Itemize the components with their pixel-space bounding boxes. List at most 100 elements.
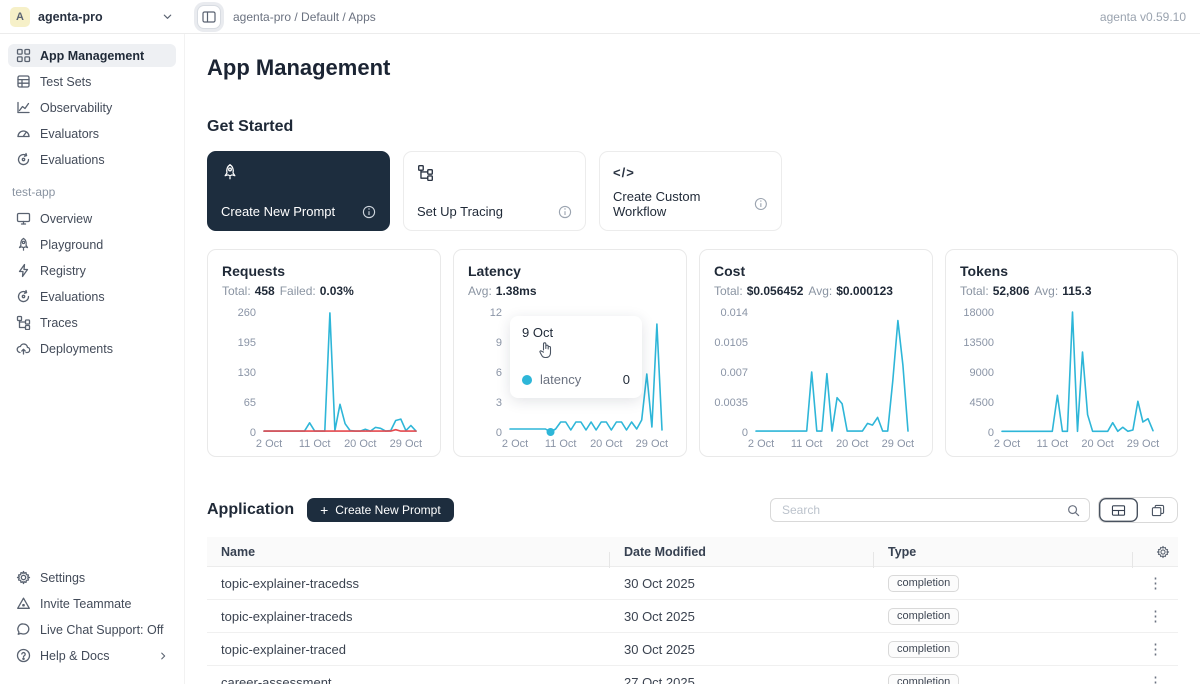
svg-text:20 Oct: 20 Oct [344, 438, 376, 450]
sidebar-item-test-sets[interactable]: Test Sets [8, 70, 176, 93]
app-name: topic-explainer-tracedss [207, 576, 610, 591]
info-icon[interactable] [754, 197, 768, 211]
sidebar-item-app-evaluations[interactable]: Evaluations [8, 285, 176, 308]
sidebar-item-label: Observability [40, 101, 112, 115]
svg-text:29 Oct: 29 Oct [636, 438, 668, 450]
grid-icon [16, 48, 31, 63]
sidebar-item-evaluators[interactable]: Evaluators [8, 122, 176, 145]
create-new-prompt-card[interactable]: Create New Prompt [207, 151, 390, 231]
stat-value: 458 [255, 284, 275, 298]
svg-text:20 Oct: 20 Oct [1081, 438, 1113, 450]
search-box[interactable] [770, 498, 1090, 522]
type-badge: completion [888, 608, 959, 625]
table-header: Name Date Modified Type [207, 537, 1178, 567]
row-menu-button[interactable]: ⋮ [1142, 638, 1169, 661]
info-icon[interactable] [558, 205, 572, 219]
stat-label: Avg: [1034, 284, 1058, 298]
app-date: 30 Oct 2025 [610, 642, 874, 657]
stat-value: 115.3 [1062, 284, 1091, 298]
table-view-button[interactable] [1099, 498, 1138, 522]
requests-chart: 0651301952602 Oct11 Oct20 Oct29 Oct [222, 302, 426, 450]
sidebar-item-overview[interactable]: Overview [8, 207, 176, 230]
sidebar-collapse-button[interactable] [197, 5, 221, 29]
column-header-date-modified: Date Modified [610, 545, 874, 559]
latency-card: Latency Avg:1.38ms 0369122 Oct11 Oct20 O… [453, 249, 687, 457]
stat-label: Avg: [468, 284, 492, 298]
create-new-prompt-button[interactable]: + Create New Prompt [307, 498, 454, 522]
app-type: completion [874, 673, 1133, 684]
sidebar-item-settings[interactable]: Settings [8, 566, 176, 589]
cycle-icon [16, 152, 31, 167]
svg-text:0.014: 0.014 [720, 307, 748, 319]
sidebar-item-evaluations[interactable]: Evaluations [8, 148, 176, 171]
app-date: 30 Oct 2025 [610, 576, 874, 591]
row-menu-button[interactable]: ⋮ [1142, 572, 1169, 595]
gauge-icon [16, 126, 31, 141]
chart-tooltip: 9 Oct latency 0 [510, 316, 642, 398]
metric-title: Tokens [960, 263, 1163, 279]
breadcrumb[interactable]: agenta-pro / Default / Apps [233, 10, 376, 24]
svg-text:4500: 4500 [970, 397, 994, 409]
row-menu-button[interactable]: ⋮ [1142, 605, 1169, 628]
workspace-avatar: A [10, 7, 30, 27]
column-header-type: Type [874, 545, 1133, 559]
tokens-chart: 04500900013500180002 Oct11 Oct20 Oct29 O… [960, 302, 1163, 450]
svg-text:2 Oct: 2 Oct [748, 438, 774, 450]
sidebar-item-label: Evaluations [40, 153, 105, 167]
sidebar-item-playground[interactable]: Playground [8, 233, 176, 256]
column-header-name: Name [207, 545, 610, 559]
application-section: Application + Create New Prompt [207, 497, 1178, 684]
requests-card: Requests Total:458 Failed:0.03% 06513019… [207, 249, 441, 457]
sidebar-item-label: Deployments [40, 342, 113, 356]
sidebar-item-live-chat[interactable]: Live Chat Support: Off [8, 618, 176, 641]
stat-value: $0.000123 [836, 284, 893, 298]
gear-icon[interactable] [1156, 545, 1170, 559]
info-icon[interactable] [362, 205, 376, 219]
view-toggle [1098, 497, 1178, 523]
sidebar-item-traces[interactable]: Traces [8, 311, 176, 334]
sidebar-item-app-management[interactable]: App Management [8, 44, 176, 67]
sidebar-item-deployments[interactable]: Deployments [8, 337, 176, 360]
metric-title: Latency [468, 263, 672, 279]
workspace-selector[interactable]: A agenta-pro [0, 7, 185, 27]
card-view-button[interactable] [1138, 498, 1177, 522]
card-label: Create Custom Workflow [613, 189, 754, 219]
tooltip-date: 9 Oct [522, 325, 630, 340]
sidebar-item-registry[interactable]: Registry [8, 259, 176, 282]
workspace-name: agenta-pro [38, 10, 154, 24]
column-header-actions [1133, 545, 1178, 559]
row-menu-button[interactable]: ⋮ [1142, 671, 1169, 684]
create-custom-workflow-card[interactable]: </> Create Custom Workflow [599, 151, 782, 231]
table-icon [16, 74, 31, 89]
svg-text:65: 65 [244, 397, 256, 409]
table-row[interactable]: topic-explainer-traceds 30 Oct 2025 comp… [207, 600, 1178, 633]
sidebar-item-help-docs[interactable]: Help & Docs [8, 644, 176, 667]
stat-value: 1.38ms [496, 284, 537, 298]
search-icon[interactable] [1067, 504, 1080, 517]
chevron-right-icon [158, 651, 168, 661]
stat-label: Failed: [280, 284, 316, 298]
trace-tree-icon [16, 315, 31, 330]
stat-label: Total: [960, 284, 989, 298]
monitor-icon [16, 211, 31, 226]
app-type: completion [874, 640, 1133, 658]
table-row[interactable]: topic-explainer-tracedss 30 Oct 2025 com… [207, 567, 1178, 600]
sidebar-item-invite-teammate[interactable]: Invite Teammate [8, 592, 176, 615]
stat-value: 0.03% [320, 284, 354, 298]
sidebar-item-label: Live Chat Support: Off [40, 623, 163, 637]
cloud-upload-icon [16, 341, 31, 356]
tooltip-series: latency [540, 372, 615, 387]
table-row[interactable]: career-assessment 27 Oct 2025 completion… [207, 666, 1178, 684]
page-title: App Management [207, 55, 1178, 81]
search-input[interactable] [780, 502, 1067, 518]
sidebar-item-label: Traces [40, 316, 78, 330]
table-row[interactable]: topic-explainer-traced 30 Oct 2025 compl… [207, 633, 1178, 666]
sidebar-section-label: test-app [12, 185, 172, 199]
sidebar-item-label: Invite Teammate [40, 597, 131, 611]
cost-chart: 00.00350.0070.01050.0142 Oct11 Oct20 Oct… [714, 302, 918, 450]
sidebar: App Management Test Sets Observability E… [0, 34, 185, 684]
sidebar-item-observability[interactable]: Observability [8, 96, 176, 119]
rocket-icon [221, 163, 239, 181]
set-up-tracing-card[interactable]: Set Up Tracing [403, 151, 586, 231]
svg-text:29 Oct: 29 Oct [882, 438, 914, 450]
